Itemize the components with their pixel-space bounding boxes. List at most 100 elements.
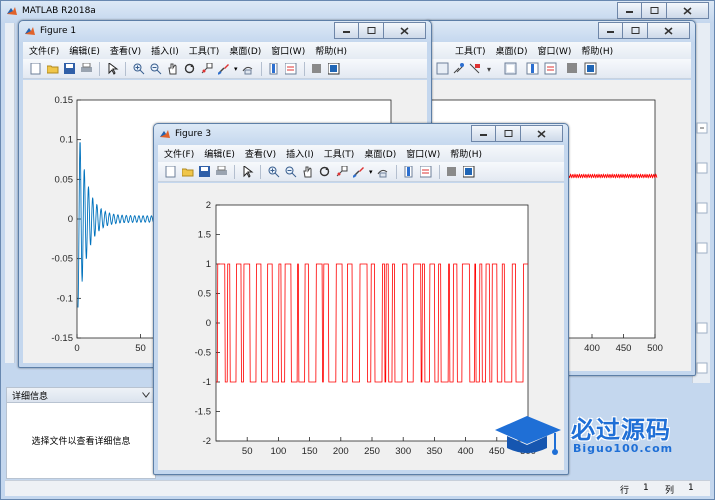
close-icon: [664, 26, 673, 35]
legend-tool-button[interactable]: [285, 62, 298, 75]
figure-1-menubar: 文件(F) 编辑(E) 查看(V) 插入(I) 工具(T) 桌面(D) 窗口(W…: [23, 42, 427, 59]
menu-edit[interactable]: 编辑(E): [204, 147, 235, 160]
zoom-out-icon: [285, 166, 296, 177]
menu-view[interactable]: 查看(V): [110, 44, 141, 57]
figure-3-maximize-button[interactable]: [496, 125, 521, 142]
menu-insert[interactable]: 插入(I): [286, 147, 314, 160]
pointer-tool-button[interactable]: [241, 165, 254, 178]
figure-3-menubar: 文件(F) 编辑(E) 查看(V) 插入(I) 工具(T) 桌面(D) 窗口(W…: [158, 145, 564, 162]
dock-tool-button[interactable]: [463, 165, 476, 178]
maximize-icon: [631, 27, 639, 34]
colorbar-tool-button[interactable]: [403, 165, 416, 178]
legend-icon: [420, 165, 432, 177]
figure-2-maximize-button[interactable]: [623, 22, 648, 39]
new-figure-tool-button[interactable]: [29, 62, 42, 75]
rotate-tool-button[interactable]: [183, 62, 196, 75]
link-icon: [242, 66, 253, 74]
menu-window[interactable]: 窗口(W): [271, 44, 305, 57]
link-tool-button[interactable]: [242, 62, 255, 75]
save-icon: [63, 62, 75, 74]
brush-tool-button[interactable]: [217, 62, 230, 75]
figure-2-titlebar[interactable]: [425, 21, 695, 42]
colorbar-tool-button[interactable]: [268, 62, 281, 75]
details-panel-message: 选择文件以查看详细信息: [31, 437, 131, 447]
maximize-icon: [504, 130, 512, 137]
hide-tools-tool-button[interactable]: [311, 62, 324, 75]
menu-help[interactable]: 帮助(H): [581, 44, 613, 57]
y-tick-label: 0: [68, 214, 73, 225]
menu-tools[interactable]: 工具(T): [189, 44, 220, 57]
menu-desktop[interactable]: 桌面(D): [496, 44, 528, 57]
figure-2-toolbar-icons: ▾: [436, 62, 597, 74]
close-icon: [683, 6, 692, 15]
print-icon: [80, 62, 92, 72]
menu-desktop[interactable]: 桌面(D): [364, 147, 396, 160]
data-cursor-tool-button[interactable]: [200, 62, 213, 75]
y-tick-label: 0: [206, 318, 211, 329]
menu-window[interactable]: 窗口(W): [537, 44, 571, 57]
hide-tools-tool-button[interactable]: [446, 165, 459, 178]
figure-2-close-button[interactable]: [648, 22, 690, 39]
figure-3-titlebar[interactable]: Figure 3: [154, 124, 568, 145]
figure-3-minimize-button[interactable]: [471, 125, 496, 142]
menu-window[interactable]: 窗口(W): [406, 147, 440, 160]
matlab-window-title: MATLAB R2018a: [22, 6, 96, 16]
figure-1-maximize-button[interactable]: [359, 22, 384, 39]
print-tool-button[interactable]: [80, 62, 93, 75]
figure-3-close-button[interactable]: [521, 125, 563, 142]
menu-help[interactable]: 帮助(H): [450, 147, 482, 160]
open-tool-button[interactable]: [46, 62, 59, 75]
rotate-icon: [319, 166, 329, 176]
pan-tool-button[interactable]: [301, 165, 314, 178]
figure-icon: [25, 27, 35, 35]
menu-insert[interactable]: 插入(I): [151, 44, 179, 57]
y-tick-label: 0.5: [198, 289, 211, 300]
zoom-out-tool-button[interactable]: [149, 62, 162, 75]
figure-3-axes: [215, 204, 529, 442]
colorbar-icon: [269, 62, 278, 74]
dock-tool-button[interactable]: [328, 62, 341, 75]
figure-1-minimize-button[interactable]: [334, 22, 359, 39]
figure-1-titlebar[interactable]: Figure 1: [19, 21, 431, 42]
menu-view[interactable]: 查看(V): [245, 147, 276, 160]
pan-tool-button[interactable]: [166, 62, 179, 75]
figure-2-minimize-button[interactable]: [598, 22, 623, 39]
figure-1-close-button[interactable]: [384, 22, 426, 39]
print-tool-button[interactable]: [215, 165, 228, 178]
menu-file[interactable]: 文件(F): [29, 44, 59, 57]
minimize-button[interactable]: [617, 2, 642, 19]
save-tool-button[interactable]: [63, 62, 76, 75]
open-tool-button[interactable]: [181, 165, 194, 178]
menu-desktop[interactable]: 桌面(D): [229, 44, 261, 57]
brush-dropdown-arrow[interactable]: ▾: [234, 65, 238, 73]
watermark-title: 必过源码: [571, 416, 671, 444]
data-cursor-tool-button[interactable]: [335, 165, 348, 178]
save-tool-button[interactable]: [198, 165, 211, 178]
menu-tools[interactable]: 工具(T): [455, 44, 486, 57]
link-icon: [377, 169, 388, 177]
chevron-down-icon[interactable]: [142, 392, 150, 398]
maximize-button[interactable]: [642, 2, 667, 19]
new-figure-tool-button[interactable]: [164, 165, 177, 178]
menu-help[interactable]: 帮助(H): [315, 44, 347, 57]
brush-dropdown-arrow[interactable]: ▾: [369, 168, 373, 176]
menu-file[interactable]: 文件(F): [164, 147, 194, 160]
status-bar: 行 1 列 1: [5, 480, 710, 496]
zoom-in-tool-button[interactable]: [267, 165, 280, 178]
menu-tools[interactable]: 工具(T): [324, 147, 355, 160]
watermark-url: Biguo100.com: [573, 442, 674, 455]
y-tick-label: -2: [203, 436, 211, 447]
status-col-value: 1: [688, 483, 694, 493]
brush-tool-button[interactable]: [352, 165, 365, 178]
figure-icon: [160, 130, 170, 138]
link-tool-button[interactable]: [377, 165, 390, 178]
zoom-in-tool-button[interactable]: [132, 62, 145, 75]
pan-icon: [302, 166, 311, 177]
close-button[interactable]: [667, 2, 709, 19]
zoom-out-tool-button[interactable]: [284, 165, 297, 178]
toolbar-separator: [234, 164, 235, 179]
rotate-tool-button[interactable]: [318, 165, 331, 178]
legend-tool-button[interactable]: [420, 165, 433, 178]
menu-edit[interactable]: 编辑(E): [69, 44, 100, 57]
pointer-tool-button[interactable]: [106, 62, 119, 75]
